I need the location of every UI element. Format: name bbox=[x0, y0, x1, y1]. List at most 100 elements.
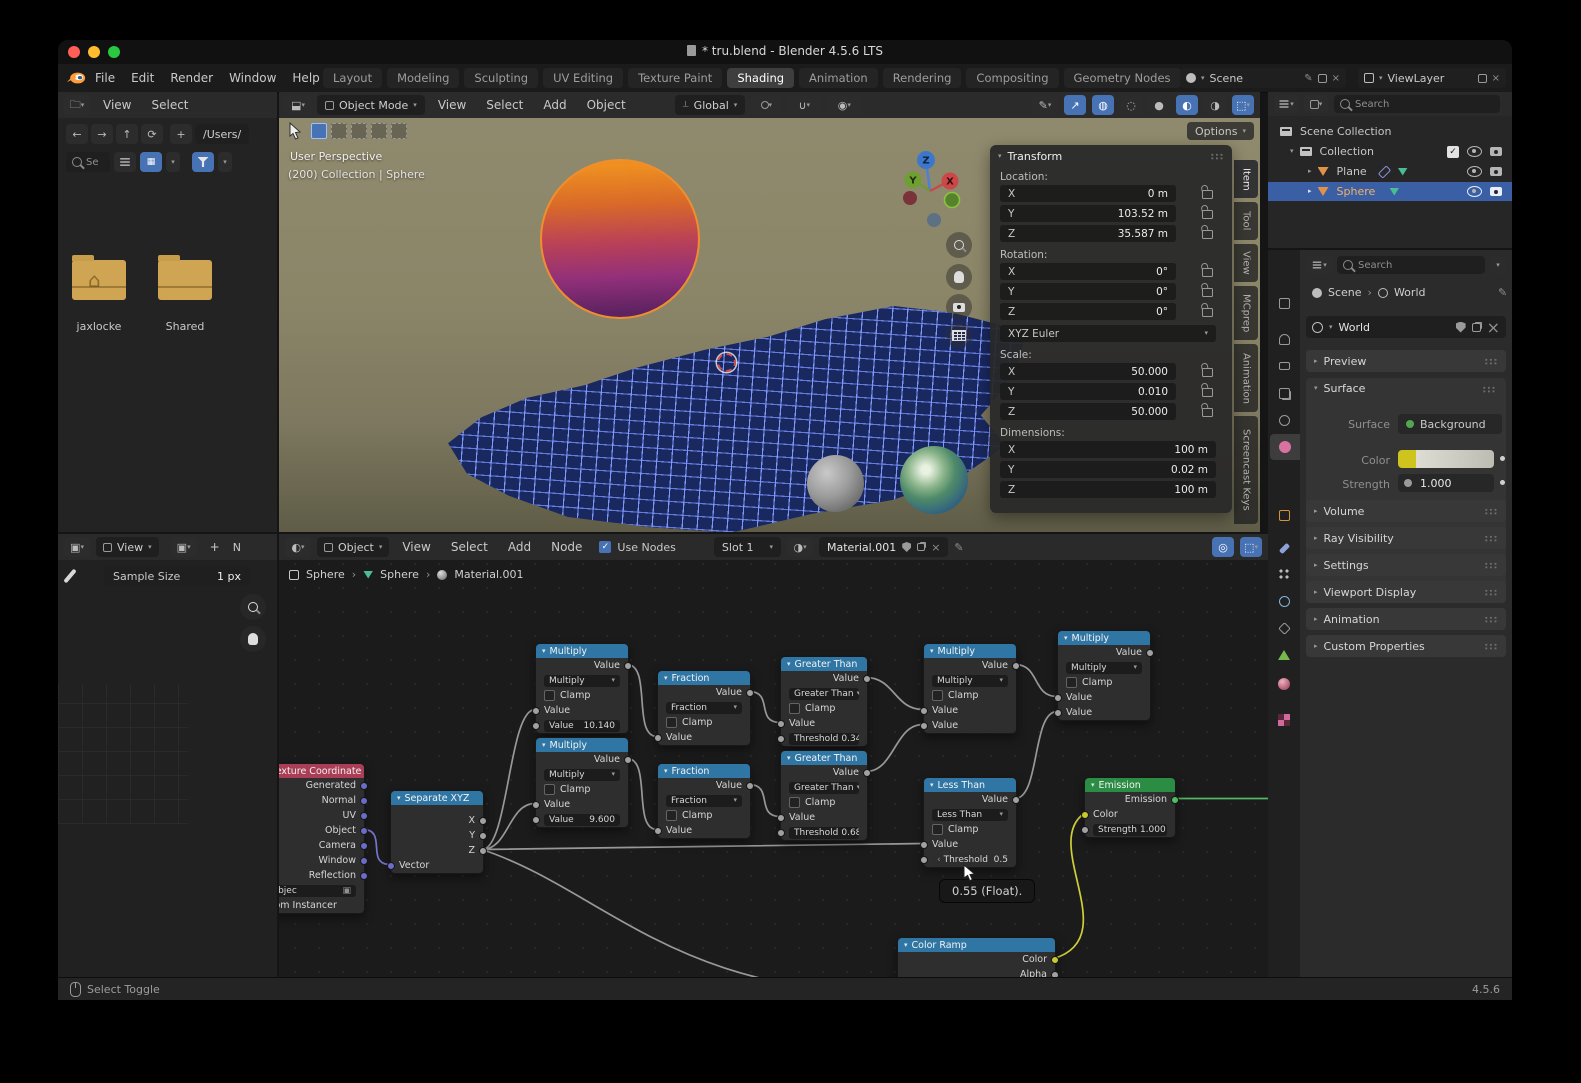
breadcrumb-world[interactable]: World bbox=[1394, 286, 1426, 299]
cursor-tool-icon[interactable] bbox=[391, 123, 407, 139]
scale-y-field[interactable]: Y0.010 bbox=[1000, 383, 1176, 400]
unlink-datablock-icon[interactable]: × bbox=[1487, 318, 1500, 337]
output-socket[interactable] bbox=[1012, 796, 1020, 804]
outliner-row-plane[interactable]: ▸ Plane bbox=[1268, 162, 1512, 181]
output-socket[interactable] bbox=[360, 812, 368, 820]
input-socket[interactable] bbox=[920, 707, 928, 715]
rotation-x-field[interactable]: X0° bbox=[1000, 263, 1176, 280]
clamp-checkbox[interactable] bbox=[666, 810, 677, 821]
clamp-checkbox[interactable] bbox=[932, 824, 943, 835]
surface-shader-dropdown[interactable]: Background bbox=[1398, 414, 1502, 434]
shader-node-emission[interactable]: ▾EmissionEmissionColorStrength1.000 bbox=[1084, 777, 1176, 838]
input-socket[interactable] bbox=[387, 862, 395, 870]
rotation-y-field[interactable]: Y0° bbox=[1000, 283, 1176, 300]
display-thumbnails-icon[interactable]: ▦ bbox=[140, 152, 162, 172]
input-socket[interactable] bbox=[532, 801, 540, 809]
display-settings-chevron-icon[interactable]: ▾ bbox=[166, 152, 180, 172]
workspace-tab-animation[interactable]: Animation bbox=[799, 68, 878, 88]
tab-constraints[interactable] bbox=[1268, 615, 1300, 641]
chevron-down-icon[interactable]: ▾ bbox=[1379, 75, 1383, 82]
snapping-toggle-icon[interactable]: ◎ bbox=[1212, 537, 1234, 557]
output-socket[interactable] bbox=[360, 857, 368, 865]
output-socket[interactable] bbox=[360, 842, 368, 850]
input-socket[interactable] bbox=[532, 722, 540, 730]
proportional-editing-icon[interactable]: ◉▾ bbox=[827, 95, 861, 115]
rotation-z-field[interactable]: Z0° bbox=[1000, 303, 1176, 320]
panel-settings[interactable]: ▸Settings bbox=[1306, 554, 1506, 576]
copy-datablock-icon[interactable] bbox=[1472, 323, 1481, 332]
tab-object[interactable] bbox=[1268, 502, 1300, 528]
hide-eye-icon[interactable] bbox=[1467, 166, 1482, 177]
select-circle-icon[interactable] bbox=[351, 123, 367, 139]
outliner-row-scene-collection[interactable]: Scene Collection bbox=[1268, 122, 1512, 141]
tab-particles[interactable] bbox=[1268, 561, 1300, 587]
panel-animation[interactable]: ▸Animation bbox=[1306, 608, 1506, 630]
input-socket[interactable] bbox=[920, 841, 928, 849]
tab-physics[interactable] bbox=[1268, 588, 1300, 614]
gizmos-toggle-icon[interactable]: ↗ bbox=[1064, 95, 1086, 115]
editor-type-file-browser-icon[interactable]: 🗀▾ bbox=[64, 95, 90, 115]
collapse-icon[interactable]: ▾ bbox=[542, 741, 546, 749]
collapse-icon[interactable]: ▾ bbox=[930, 781, 934, 789]
material-slot-dropdown[interactable]: Slot 1▾ bbox=[714, 537, 781, 557]
world-name-field[interactable]: World bbox=[1339, 321, 1450, 334]
chevron-down-icon[interactable]: ▾ bbox=[1329, 324, 1333, 331]
sidebar-tab-tool[interactable]: Tool bbox=[1234, 202, 1258, 240]
shader-node-math-multiply-3[interactable]: ▾MultiplyValueMultiply▾ClampValueValue bbox=[923, 643, 1017, 734]
collapse-icon[interactable]: ▾ bbox=[998, 153, 1002, 160]
properties-search-input[interactable]: Search bbox=[1337, 256, 1485, 274]
output-socket[interactable] bbox=[746, 689, 754, 697]
navigation-gizmo[interactable]: Z Y X bbox=[901, 148, 965, 228]
panel-custom-properties[interactable]: ▸Custom Properties bbox=[1306, 635, 1506, 657]
sidebar-tab-view[interactable]: View bbox=[1234, 244, 1258, 282]
file-path-field[interactable]: /Users/ bbox=[195, 124, 249, 144]
toggle-orthographic-grid-icon[interactable] bbox=[946, 322, 972, 348]
clamp-checkbox[interactable] bbox=[789, 703, 800, 714]
collapse-icon[interactable]: ▾ bbox=[542, 647, 546, 655]
node-operation-dropdown[interactable]: Multiply▾ bbox=[544, 675, 620, 687]
camera-view-icon[interactable] bbox=[946, 294, 972, 320]
transform-orientation-dropdown[interactable]: ⟂Global▾ bbox=[675, 95, 746, 115]
pan-hand-icon[interactable] bbox=[946, 264, 972, 290]
shader-node-math-greater-than-1[interactable]: ▾Greater ThanValueGreater Than▾ClampValu… bbox=[780, 656, 868, 747]
shading-material-preview-icon[interactable]: ◐ bbox=[1176, 95, 1198, 115]
input-socket[interactable] bbox=[654, 827, 662, 835]
workspace-tab-compositing[interactable]: Compositing bbox=[966, 68, 1058, 88]
pan-hand-icon[interactable] bbox=[240, 626, 266, 652]
workspace-tab-sculpting[interactable]: Sculpting bbox=[464, 68, 538, 88]
animate-dot-icon[interactable] bbox=[1500, 456, 1505, 461]
remove-view-layer-icon[interactable]: × bbox=[1492, 73, 1500, 84]
rotation-mode-dropdown[interactable]: XYZ Euler▾ bbox=[1000, 325, 1216, 342]
input-socket[interactable] bbox=[532, 816, 540, 824]
editor-type-3d-viewport-icon[interactable]: ⬓▾ bbox=[285, 95, 311, 115]
gradient-sphere-object[interactable] bbox=[540, 159, 700, 319]
hide-eye-icon[interactable] bbox=[1467, 186, 1482, 197]
workspace-tab-shading[interactable]: Shading bbox=[727, 68, 794, 88]
filter-toggle-icon[interactable] bbox=[192, 152, 214, 172]
collapse-icon[interactable]: ▾ bbox=[1091, 781, 1095, 789]
expand-icon[interactable]: ▸ bbox=[1308, 188, 1312, 195]
node-operation-dropdown[interactable]: Fraction▾ bbox=[666, 795, 742, 807]
input-socket[interactable] bbox=[920, 856, 928, 864]
new-view-layer-icon[interactable] bbox=[1478, 74, 1487, 83]
node-operation-dropdown[interactable]: Less Than▾ bbox=[932, 809, 1008, 821]
new-image-label[interactable]: N bbox=[233, 541, 241, 554]
scene-icon[interactable] bbox=[1186, 73, 1196, 83]
tab-material[interactable] bbox=[1268, 671, 1300, 697]
material-datablock-icon[interactable]: ◑▾ bbox=[787, 537, 813, 557]
refresh-button[interactable]: ⟳ bbox=[141, 124, 163, 144]
folder-label[interactable]: Shared bbox=[158, 320, 212, 333]
lock-icon[interactable] bbox=[1202, 288, 1213, 297]
workspace-tab-uv-editing[interactable]: UV Editing bbox=[543, 68, 623, 88]
input-socket[interactable] bbox=[1054, 709, 1062, 717]
world-datablock-icon[interactable] bbox=[1312, 322, 1323, 333]
collapse-icon[interactable]: ▾ bbox=[787, 754, 791, 762]
node-value-field[interactable]: Threshold0.340 bbox=[789, 733, 859, 745]
view-menu[interactable]: View bbox=[431, 98, 473, 112]
lock-icon[interactable] bbox=[1202, 210, 1213, 219]
tab-object-data[interactable] bbox=[1268, 642, 1300, 668]
properties-options-chevron-icon[interactable]: ▾ bbox=[1490, 256, 1506, 274]
panel-grip-icon[interactable] bbox=[1210, 153, 1224, 160]
select-box-icon[interactable] bbox=[331, 123, 347, 139]
expand-icon[interactable]: ▾ bbox=[1290, 148, 1294, 155]
